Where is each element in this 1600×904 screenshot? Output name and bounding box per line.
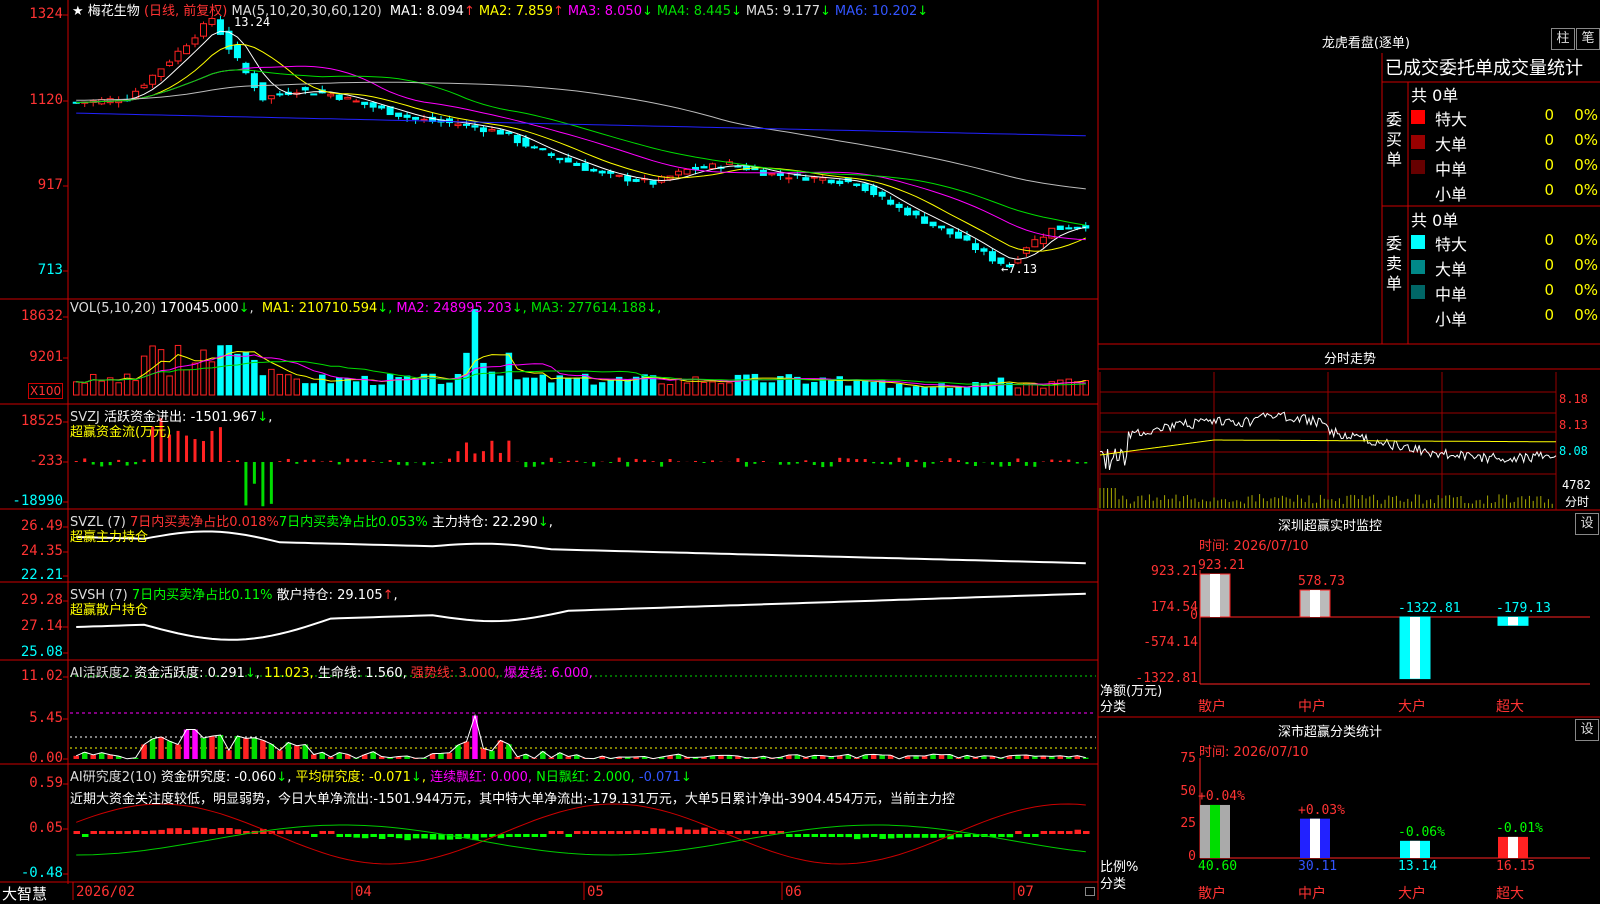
sz-stats-bar-highlight — [1410, 841, 1420, 858]
lhb-row-count: 0 — [1534, 231, 1554, 249]
y-axis-tick-label: 0.05 — [0, 820, 63, 836]
sz-stats-value-label: 16.15 — [1496, 859, 1535, 874]
sz-stats-bar-highlight — [1508, 837, 1518, 858]
lhb-row-count: 0 — [1534, 281, 1554, 299]
date-axis-label: 05 — [587, 884, 604, 900]
lhb-row-name: 小单 — [1435, 306, 1467, 330]
date-axis-label: 04 — [355, 884, 372, 900]
lhb-row-percent: 0% — [1568, 281, 1598, 299]
lhb-row-name: 大单 — [1435, 131, 1467, 155]
y-axis-tick-label: 22.21 — [0, 567, 63, 583]
lhb-row-name: 特大 — [1435, 231, 1467, 255]
y-axis-tick-label: 18632 — [0, 308, 63, 324]
lhb-row-percent: 0% — [1568, 231, 1598, 249]
sz-monitor-category-label: 散户 — [1198, 696, 1226, 716]
y-axis-tick-label: 713 — [0, 262, 63, 278]
date-axis-label: 06 — [785, 884, 802, 900]
lhb-row-percent: 0% — [1568, 131, 1598, 149]
lhb-row-percent: 0% — [1568, 156, 1598, 174]
legend-swatch — [1411, 135, 1425, 149]
legend-swatch — [1411, 235, 1425, 249]
y-axis-tick-label: 917 — [0, 177, 63, 193]
y-axis-tick-label: 1120 — [0, 92, 63, 108]
date-axis-label: 07 — [1017, 884, 1034, 900]
y-axis-tick-label: 9201 — [0, 349, 63, 365]
legend-swatch — [1411, 285, 1425, 299]
lhb-row-percent: 0% — [1568, 106, 1598, 124]
legend-swatch — [1411, 260, 1425, 274]
sz-monitor-ytick: -1322.81 — [1100, 671, 1198, 686]
sz-stats-category-label: 大户 — [1398, 883, 1426, 903]
lhb-row-percent: 0% — [1568, 256, 1598, 274]
sz-stats-value-label: 13.14 — [1398, 859, 1437, 874]
sz-monitor-value-label: -1322.81 — [1398, 601, 1461, 616]
lhb-row-name: 小单 — [1435, 181, 1467, 205]
sz-stats-change-label: +0.04% — [1198, 789, 1245, 804]
sz-stats-value-label: 30.11 — [1298, 859, 1337, 874]
sz-stats-ytick: 0 — [1160, 849, 1196, 864]
lhb-row-name: 中单 — [1435, 281, 1467, 305]
sz-stats-change-label: +0.03% — [1298, 803, 1345, 818]
sz-stats-ytick: 50 — [1160, 784, 1196, 799]
y-axis-tick-label: 0.00 — [0, 750, 63, 766]
y-axis-tick-label: 27.14 — [0, 618, 63, 634]
lhb-row-count: 0 — [1534, 181, 1554, 199]
lhb-row-percent: 0% — [1568, 181, 1598, 199]
sz-stats-category-label: 中户 — [1298, 883, 1326, 903]
lhb-row-name: 中单 — [1435, 156, 1467, 180]
lhb-row-count: 0 — [1534, 256, 1554, 274]
sz-stats-chart — [0, 0, 1600, 900]
y-axis-tick-label: 25.08 — [0, 644, 63, 660]
y-axis-tick-label: 24.35 — [0, 543, 63, 559]
y-axis-tick-label: 1324 — [0, 6, 63, 22]
sz-monitor-category-label: 中户 — [1298, 696, 1326, 716]
sz-stats-value-label: 40.60 — [1198, 859, 1237, 874]
lhb-row-count: 0 — [1534, 131, 1554, 149]
sz-monitor-category-label: 超大 — [1496, 696, 1524, 716]
y-axis-tick-label: 5.45 — [0, 710, 63, 726]
lhb-row-name: 特大 — [1435, 106, 1467, 130]
sz-stats-ytick: 75 — [1160, 751, 1196, 766]
y-axis-tick-label: 26.49 — [0, 518, 63, 534]
lhb-row-percent: 0% — [1568, 306, 1598, 324]
y-axis-tick-label: 29.28 — [0, 592, 63, 608]
sz-monitor-category-label: 大户 — [1398, 696, 1426, 716]
legend-swatch — [1411, 160, 1425, 174]
y-axis-tick-label: 11.02 — [0, 668, 63, 684]
sz-monitor-ytick: -574.14 — [1100, 635, 1198, 650]
lhb-row-count: 0 — [1534, 156, 1554, 174]
sz-monitor-ytick: 0 — [1100, 608, 1198, 623]
date-axis-label: 2026/02 — [76, 884, 135, 900]
y-axis-tick-label: -233 — [0, 453, 63, 469]
sz-stats-change-label: -0.01% — [1496, 821, 1543, 836]
sz-monitor-ytick: 923.21 — [1100, 564, 1198, 579]
lhb-row-name: 大单 — [1435, 256, 1467, 280]
sz-monitor-value-label: 923.21 — [1198, 558, 1245, 573]
sz-stats-bar-highlight — [1310, 819, 1320, 858]
sz-stats-category-label: 散户 — [1198, 883, 1226, 903]
legend-swatch — [1411, 110, 1425, 124]
y-axis-tick-label: 18525 — [0, 413, 63, 429]
y-axis-tick-label: -0.48 — [0, 865, 63, 881]
y-axis-tick-label: -18990 — [0, 493, 63, 509]
sz-monitor-value-label: -179.13 — [1496, 601, 1551, 616]
lhb-row-count: 0 — [1534, 106, 1554, 124]
sz-stats-change-label: -0.06% — [1398, 825, 1445, 840]
sz-stats-bar-highlight — [1210, 805, 1220, 858]
sz-stats-category-label: 超大 — [1496, 883, 1524, 903]
y-axis-tick-label: 0.59 — [0, 775, 63, 791]
lhb-row-count: 0 — [1534, 306, 1554, 324]
sz-monitor-value-label: 578.73 — [1298, 574, 1345, 589]
sz-stats-ytick: 25 — [1160, 816, 1196, 831]
